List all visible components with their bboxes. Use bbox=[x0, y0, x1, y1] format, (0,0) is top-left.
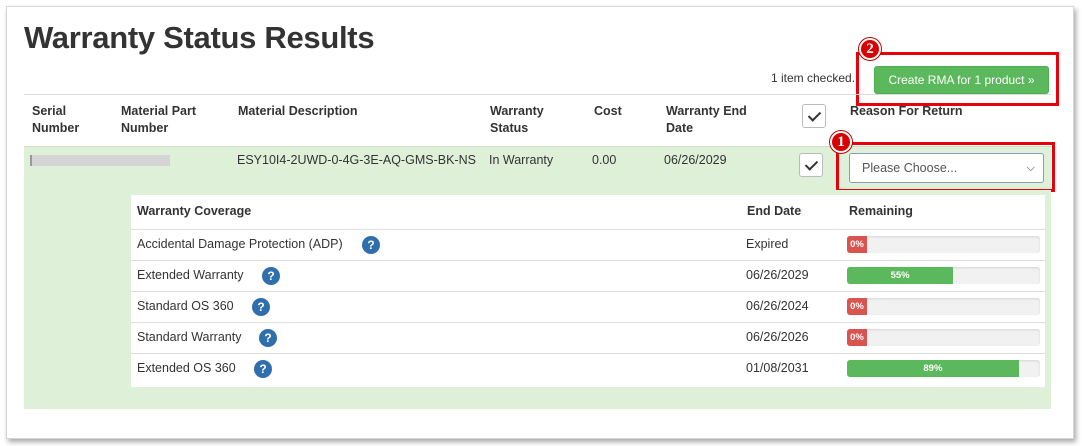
help-icon[interactable]: ? bbox=[362, 236, 380, 254]
product-row-checkbox[interactable] bbox=[799, 153, 823, 177]
coverage-header-end-date: End Date bbox=[747, 204, 802, 218]
coverage-name: Extended OS 360 bbox=[137, 361, 236, 375]
coverage-end-date: Expired bbox=[746, 237, 789, 251]
column-header-serial: Serial Number bbox=[32, 104, 80, 135]
column-header-cost: Cost bbox=[594, 104, 622, 118]
remaining-progress-bar: 0% bbox=[847, 298, 1040, 315]
help-icon[interactable]: ? bbox=[259, 329, 277, 347]
header-divider bbox=[24, 94, 1051, 95]
coverage-header-name: Warranty Coverage bbox=[137, 204, 252, 218]
coverage-row: Standard OS 360 ? 06/26/2024 0% bbox=[131, 291, 1045, 322]
coverage-header-remaining: Remaining bbox=[849, 204, 913, 218]
coverage-end-date: 06/26/2024 bbox=[746, 299, 809, 313]
redacted-serial-part bbox=[30, 155, 170, 166]
callout-highlight-rma bbox=[856, 52, 1059, 106]
callout-number-1: 1 bbox=[830, 131, 852, 153]
coverage-row: Standard Warranty ? 06/26/2026 0% bbox=[131, 322, 1045, 353]
warranty-coverage-table: Warranty Coverage End Date Remaining Acc… bbox=[131, 195, 1045, 387]
product-end-date: 06/26/2029 bbox=[664, 153, 727, 167]
coverage-end-date: 01/08/2031 bbox=[746, 361, 809, 375]
coverage-name: Standard OS 360 bbox=[137, 299, 234, 313]
callout-number-2: 2 bbox=[859, 38, 881, 60]
selection-status: 1 item checked. bbox=[771, 71, 856, 85]
coverage-name: Extended Warranty bbox=[137, 268, 244, 282]
product-description: ESY10I4-2UWD-0-4G-3E-AQ-GMS-BK-NS bbox=[237, 153, 476, 167]
column-header-warranty-status: Warranty Status bbox=[490, 104, 544, 135]
remaining-fill: 0% bbox=[847, 329, 867, 346]
coverage-end-date: 06/26/2026 bbox=[746, 330, 809, 344]
remaining-progress-bar: 89% bbox=[847, 360, 1040, 377]
column-header-material-part: Material Part Number bbox=[121, 104, 197, 135]
help-icon[interactable]: ? bbox=[254, 360, 272, 378]
remaining-fill: 89% bbox=[847, 360, 1019, 377]
remaining-progress-bar: 0% bbox=[847, 329, 1040, 346]
coverage-row: Accidental Damage Protection (ADP) ? Exp… bbox=[131, 229, 1045, 260]
help-icon[interactable]: ? bbox=[262, 267, 280, 285]
coverage-name: Standard Warranty bbox=[137, 330, 242, 344]
remaining-progress-bar: 0% bbox=[847, 236, 1040, 253]
remaining-fill: 0% bbox=[847, 236, 867, 253]
column-header-reason: Reason For Return bbox=[850, 104, 963, 118]
coverage-end-date: 06/26/2029 bbox=[746, 268, 809, 282]
page-title: Warranty Status Results bbox=[24, 20, 375, 55]
help-icon[interactable]: ? bbox=[252, 298, 270, 316]
remaining-fill: 55% bbox=[847, 267, 954, 284]
callout-highlight-reason bbox=[836, 142, 1055, 192]
warranty-results-panel: Warranty Status Results 1 item checked. … bbox=[6, 6, 1074, 439]
coverage-row: Extended Warranty ? 06/26/2029 55% bbox=[131, 260, 1045, 291]
product-cost: 0.00 bbox=[592, 153, 617, 167]
remaining-progress-bar: 55% bbox=[847, 267, 1040, 284]
product-warranty-status: In Warranty bbox=[489, 153, 554, 167]
select-all-checkbox[interactable] bbox=[802, 104, 826, 128]
coverage-name: Accidental Damage Protection (ADP) bbox=[137, 237, 343, 251]
coverage-row: Extended OS 360 ? 01/08/2031 89% bbox=[131, 353, 1045, 384]
column-header-end-date: Warranty End Date bbox=[666, 104, 747, 135]
column-header-description: Material Description bbox=[238, 104, 358, 118]
remaining-fill: 0% bbox=[847, 298, 867, 315]
